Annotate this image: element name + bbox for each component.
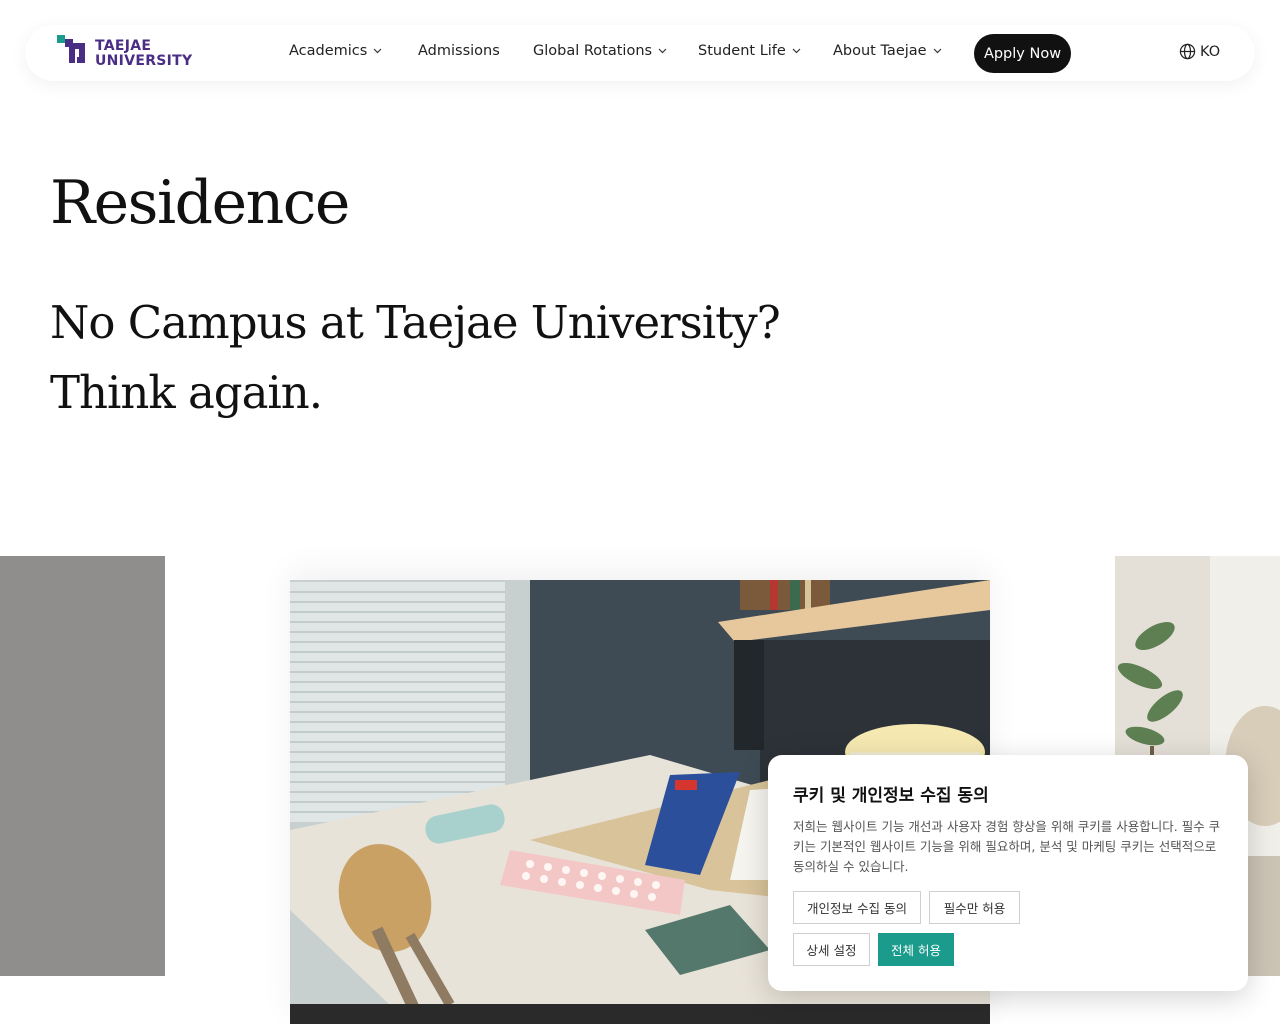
hero-subtitle: No Campus at Taejae University? Think ag…	[50, 288, 781, 428]
essential-only-button[interactable]: 필수만 허용	[929, 891, 1020, 924]
chevron-down-icon	[373, 48, 382, 54]
privacy-consent-button[interactable]: 개인정보 수집 동의	[793, 891, 921, 924]
chevron-down-icon	[658, 48, 667, 54]
nav-admissions-label: Admissions	[418, 43, 500, 59]
logo-line-2: UNIVERSITY	[95, 53, 193, 69]
chevron-down-icon	[792, 48, 801, 54]
nav-student-life-label: Student Life	[698, 43, 786, 59]
gallery-image-previous[interactable]	[0, 556, 165, 976]
nav-global-rotations-label: Global Rotations	[533, 43, 653, 59]
logo-mark-icon	[57, 35, 85, 63]
page-title: Residence	[50, 168, 350, 238]
logo-line-1: TAEJAE	[95, 38, 152, 54]
nav-academics-label: Academics	[289, 43, 368, 59]
globe-icon	[1179, 43, 1196, 60]
nav-about-taejae[interactable]: About Taejae	[833, 43, 942, 59]
hero-subtitle-line-1: No Campus at Taejae University?	[50, 296, 781, 349]
language-switcher[interactable]: KO	[1179, 43, 1220, 60]
cookie-consent-banner: 쿠키 및 개인정보 수집 동의 저희는 웹사이트 기능 개선과 사용자 경험 향…	[768, 755, 1248, 991]
language-label: KO	[1200, 44, 1221, 60]
apply-now-button[interactable]: Apply Now	[974, 34, 1071, 73]
nav-admissions[interactable]: Admissions	[418, 43, 500, 59]
top-navigation: TAEJAE UNIVERSITY Academics Admissions G…	[25, 25, 1255, 81]
chevron-down-icon	[933, 48, 942, 54]
logo-text: TAEJAE UNIVERSITY	[95, 39, 192, 69]
nav-global-rotations[interactable]: Global Rotations	[533, 43, 667, 59]
accept-all-button[interactable]: 전체 허용	[878, 933, 954, 966]
cookie-banner-description: 저희는 웹사이트 기능 개선과 사용자 경험 향상을 위해 쿠키를 사용합니다.…	[793, 819, 1221, 874]
nav-student-life[interactable]: Student Life	[698, 43, 801, 59]
detailed-settings-button[interactable]: 상세 설정	[793, 933, 870, 966]
taejae-logo[interactable]: TAEJAE UNIVERSITY	[55, 33, 195, 73]
hero-subtitle-line-2: Think again.	[50, 366, 323, 419]
nav-academics[interactable]: Academics	[289, 43, 382, 59]
nav-about-taejae-label: About Taejae	[833, 43, 927, 59]
cookie-banner-title: 쿠키 및 개인정보 수집 동의	[793, 786, 989, 806]
